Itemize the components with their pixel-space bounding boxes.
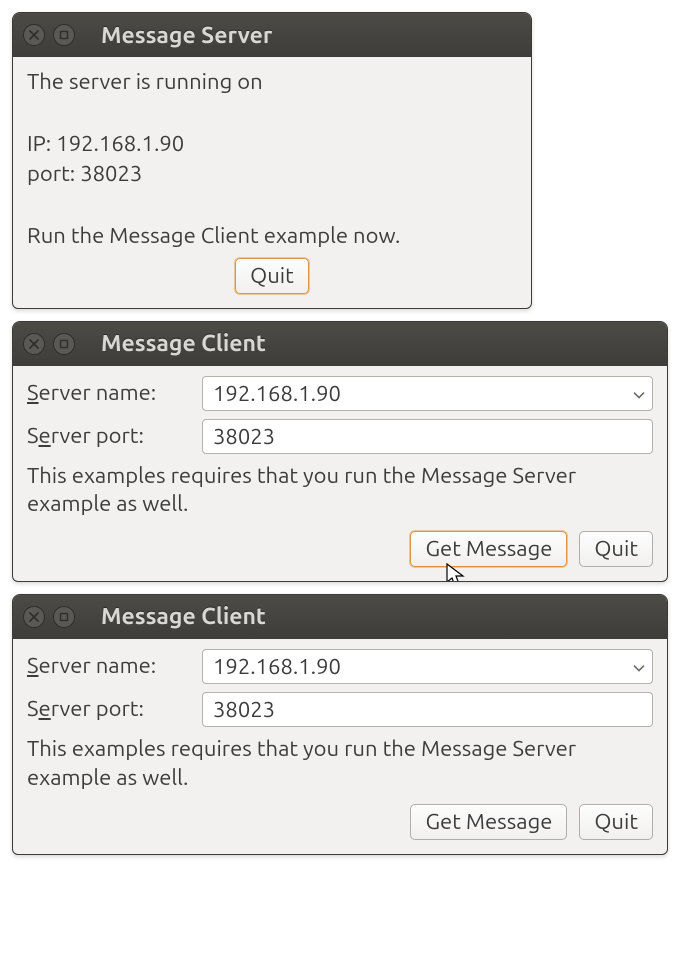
- ip-label: IP:: [27, 131, 51, 156]
- help-text: This examples requires that you run the …: [27, 735, 653, 792]
- close-icon[interactable]: [23, 333, 45, 355]
- server-running-text: The server is running on: [27, 67, 517, 98]
- get-message-button[interactable]: Get Message: [410, 531, 567, 567]
- server-name-label: Server name:: [27, 378, 192, 409]
- minimize-icon[interactable]: [53, 606, 75, 628]
- server-name-combo[interactable]: [202, 649, 653, 684]
- window-title: Message Client: [101, 331, 266, 356]
- window-title: Message Client: [101, 604, 266, 629]
- message-server-window: Message Server The server is running on …: [12, 12, 532, 309]
- titlebar[interactable]: Message Client: [13, 595, 667, 639]
- minimize-icon[interactable]: [53, 333, 75, 355]
- message-client-window-2: Message Client Server name: Server port:…: [12, 594, 668, 855]
- message-client-window-1: Message Client Server name: Server port:…: [12, 321, 668, 582]
- ip-value: 192.168.1.90: [56, 131, 184, 156]
- server-port-input[interactable]: [202, 692, 653, 727]
- server-port-label: Server port:: [27, 694, 192, 725]
- get-message-button[interactable]: Get Message: [410, 804, 567, 840]
- quit-button[interactable]: Quit: [235, 258, 309, 294]
- quit-button[interactable]: Quit: [579, 804, 653, 840]
- close-icon[interactable]: [23, 606, 45, 628]
- window-title: Message Server: [101, 23, 272, 48]
- server-name-input[interactable]: [202, 376, 653, 411]
- server-content: The server is running on IP: 192.168.1.9…: [13, 57, 531, 308]
- server-name-combo[interactable]: [202, 376, 653, 411]
- close-icon[interactable]: [23, 24, 45, 46]
- server-instruction: Run the Message Client example now.: [27, 221, 517, 252]
- quit-button[interactable]: Quit: [579, 531, 653, 567]
- port-value: 38023: [80, 161, 142, 186]
- client-content: Server name: Server port: This examples …: [13, 366, 667, 581]
- port-label: port:: [27, 161, 75, 186]
- client-content: Server name: Server port: This examples …: [13, 639, 667, 854]
- server-port-label: Server port:: [27, 421, 192, 452]
- server-name-input[interactable]: [202, 649, 653, 684]
- titlebar[interactable]: Message Client: [13, 322, 667, 366]
- server-ip-line: IP: 192.168.1.90: [27, 129, 517, 160]
- help-text: This examples requires that you run the …: [27, 462, 653, 519]
- server-name-label: Server name:: [27, 651, 192, 682]
- server-port-input[interactable]: [202, 419, 653, 454]
- server-port-line: port: 38023: [27, 159, 517, 190]
- minimize-icon[interactable]: [53, 24, 75, 46]
- titlebar[interactable]: Message Server: [13, 13, 531, 57]
